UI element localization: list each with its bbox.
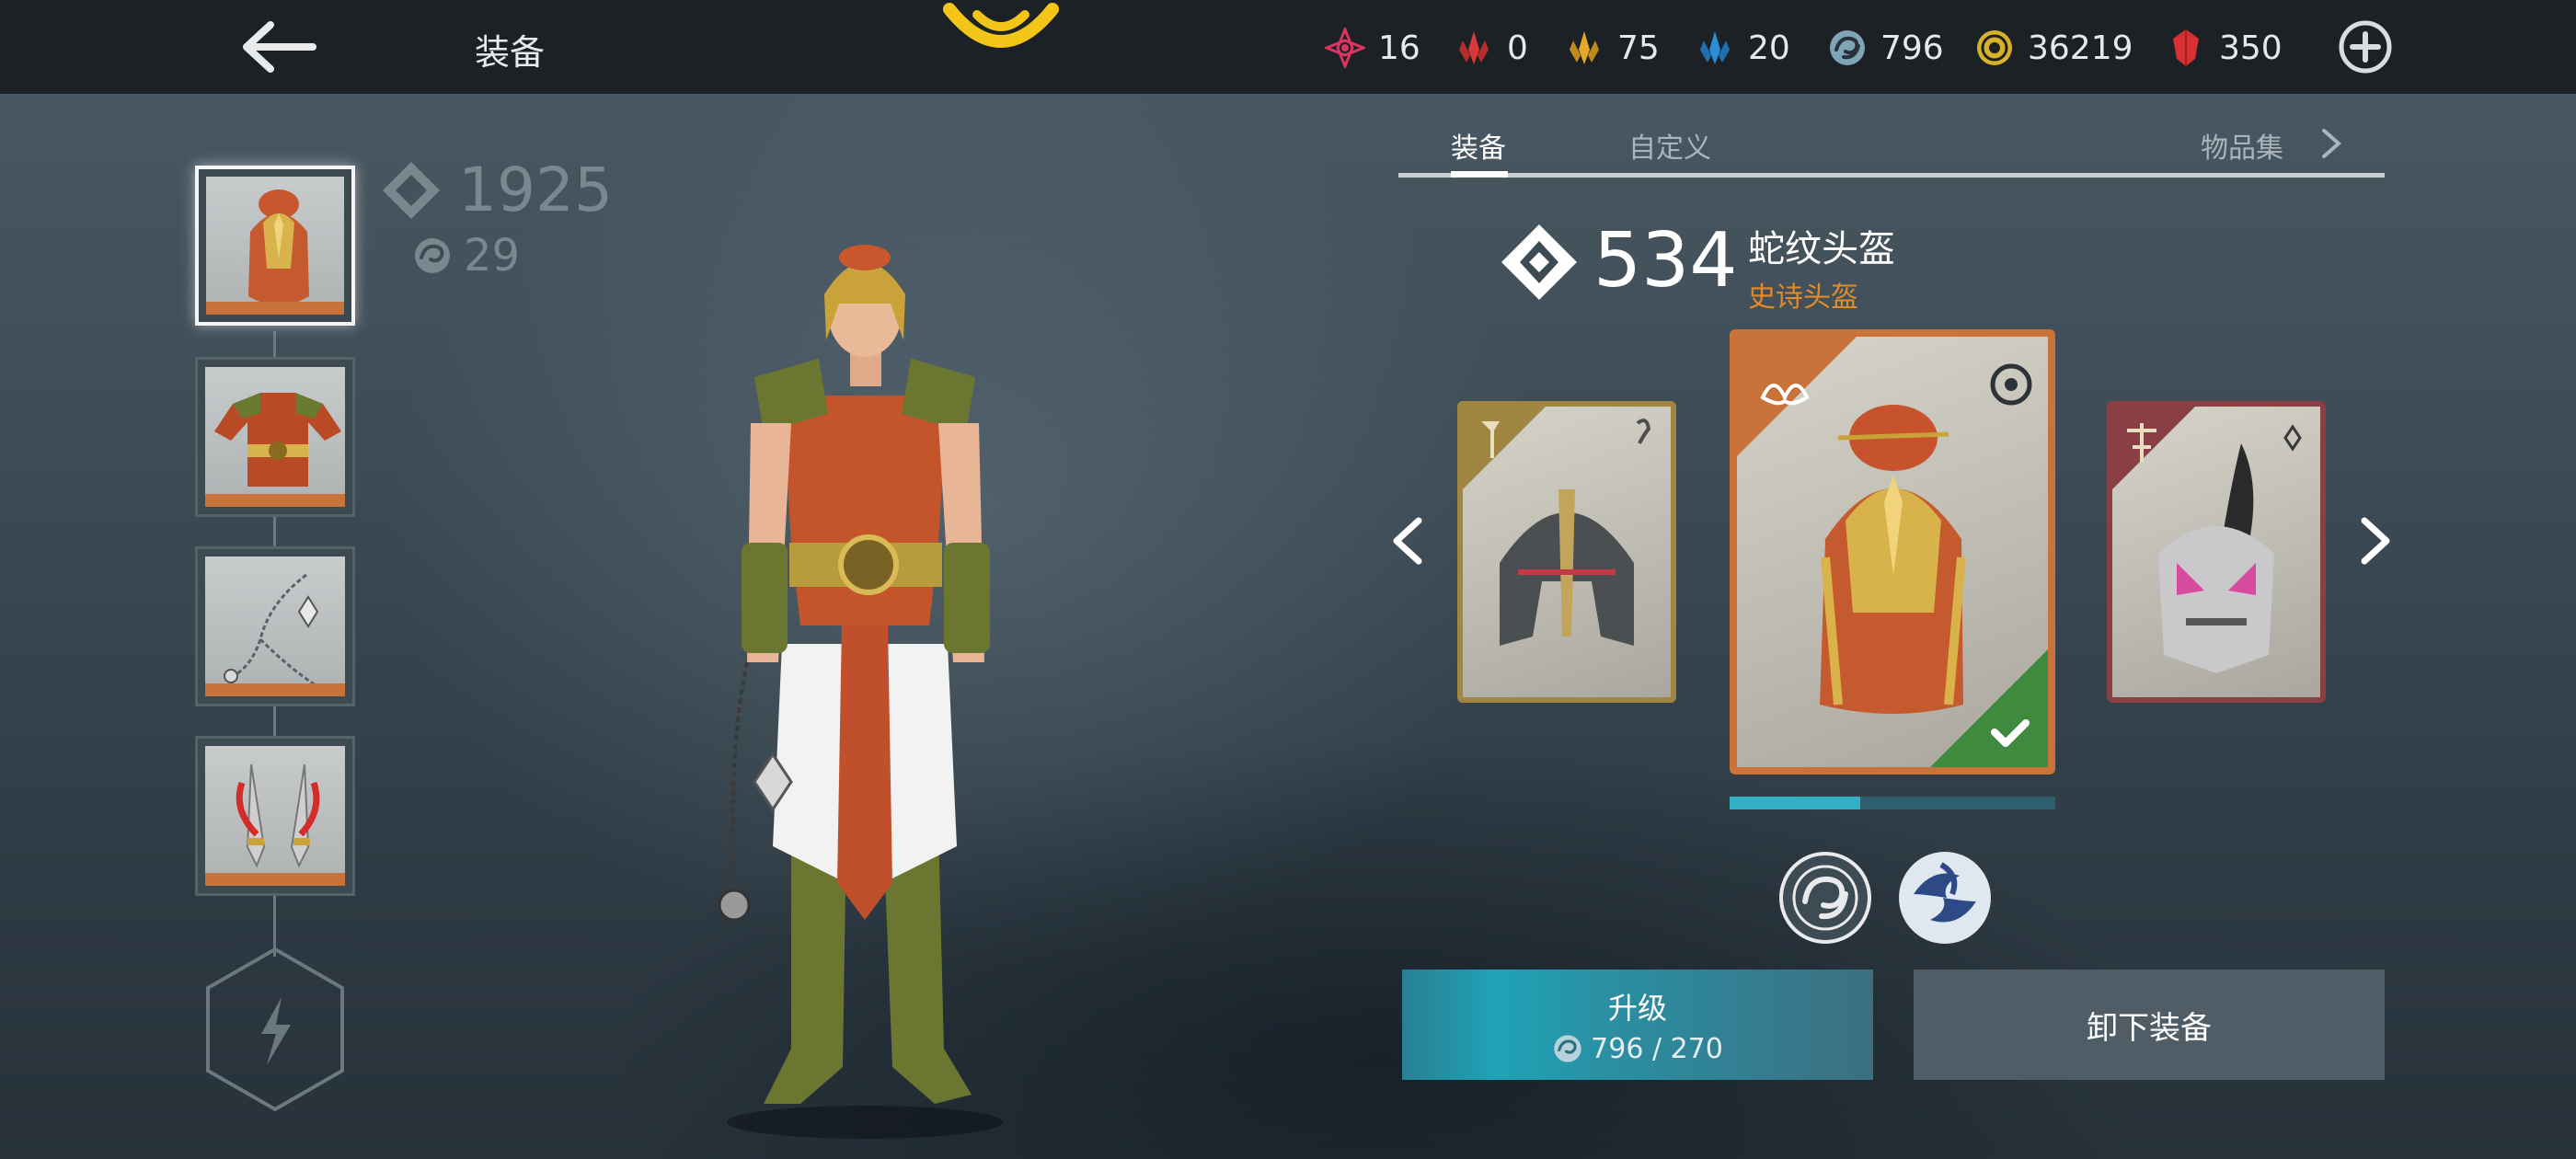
slot-chain-weapon[interactable] [195,546,355,706]
serpent-helmet-icon [1737,337,2048,767]
upgrade-cost: 796 / 270 [1552,1033,1723,1065]
daggers-thumbnail [205,746,345,886]
oni-mask-helmet-icon [2112,407,2302,673]
power-diamond-icon [383,161,440,219]
currency-value: 796 [1880,29,1944,67]
active-tab-indicator [1451,171,1508,178]
swirl-orb-icon [1554,1035,1581,1062]
carousel-prev-button[interactable] [1387,515,1430,567]
chain-weapon-icon [224,573,319,687]
armor-thumbnail [205,367,345,507]
iron-helmet-icon [1463,407,1651,646]
armor-icon [214,393,341,487]
pink-shard-icon [1325,28,1365,68]
currency-value: 16 [1378,29,1420,67]
upgrade-label: 升级 [1607,990,1667,1026]
rarity-bar [205,873,345,886]
character-level-value: 29 [464,230,521,281]
rarity-bar [206,302,344,315]
currency-value: 0 [1507,29,1528,67]
unequip-button[interactable]: 卸下装备 [1914,970,2385,1080]
character-model[interactable] [662,239,1067,1141]
item-card-next[interactable] [2107,401,2326,703]
currency-blue-crystal: 20 [1695,22,1790,74]
back-button[interactable] [237,13,320,81]
currency-coin: 36219 [1974,22,2133,74]
upgrade-cost-value: 796 / 270 [1591,1032,1723,1065]
item-name: 蛇纹头盔 [1748,228,1895,270]
currency-red-crystal: 0 [1454,22,1528,74]
tab-customize[interactable]: 自定义 [1628,125,1711,166]
upgrade-progress-fill [1730,797,1860,809]
currency-pink-shard: 16 [1325,22,1420,74]
back-arrow-icon [243,21,316,73]
currency-value: 350 [2219,29,2283,67]
currency-ruby: 350 [2166,22,2283,74]
clan-emblem-icon [943,3,1059,48]
vortex-perk-button[interactable] [1895,848,1995,947]
chevron-right-icon[interactable] [2317,127,2344,160]
currency-gold-crystal: 75 [1564,22,1660,74]
rarity-bar [205,494,345,507]
swirl-orb-icon [1830,30,1865,65]
daggers-icon [236,763,320,868]
page-title: 装备 [475,32,546,73]
carousel-next-button[interactable] [2353,515,2396,567]
lightning-icon [261,997,291,1065]
gold-crystal-icon [1570,31,1599,64]
slot-armor[interactable] [195,357,355,517]
rarity-bar [205,683,345,696]
tab-collection[interactable]: 物品集 [2201,125,2283,166]
currency-value: 20 [1748,29,1790,67]
slot-helmet[interactable] [195,166,355,326]
coin-icon [1977,30,2012,65]
helmet-icon [248,189,309,305]
upgrade-button[interactable]: 升级 796 / 270 [1402,970,1873,1080]
enchant-slot-button[interactable] [202,946,348,1113]
character-power: 1925 [379,155,613,225]
tabs-divider [1398,173,2385,178]
chain-weapon-thumbnail [205,557,345,696]
ruby-icon [2173,29,2199,66]
swirl-perk-button[interactable] [1777,850,1873,946]
blue-crystal-icon [1700,31,1730,64]
add-currency-button[interactable] [2337,18,2394,75]
side-panel-handle[interactable] [0,234,22,353]
item-power: 534 [1593,217,1738,304]
helmet-thumbnail [206,177,344,315]
currency-value: 36219 [2028,29,2133,67]
red-crystal-icon [1459,31,1489,64]
item-card-selected[interactable] [1730,329,2055,775]
character-power-value: 1925 [458,155,613,225]
currency-swirl-orb: 796 [1827,22,1944,74]
slot-daggers[interactable] [195,736,355,896]
currency-value: 75 [1617,29,1660,67]
item-card-previous[interactable] [1457,401,1676,703]
item-rarity: 史诗头盔 [1748,281,1858,314]
swirl-level-icon [415,238,450,273]
power-diamond-icon [1501,224,1577,300]
tab-equip[interactable]: 装备 [1451,125,1506,166]
character-level: 29 [412,230,520,281]
